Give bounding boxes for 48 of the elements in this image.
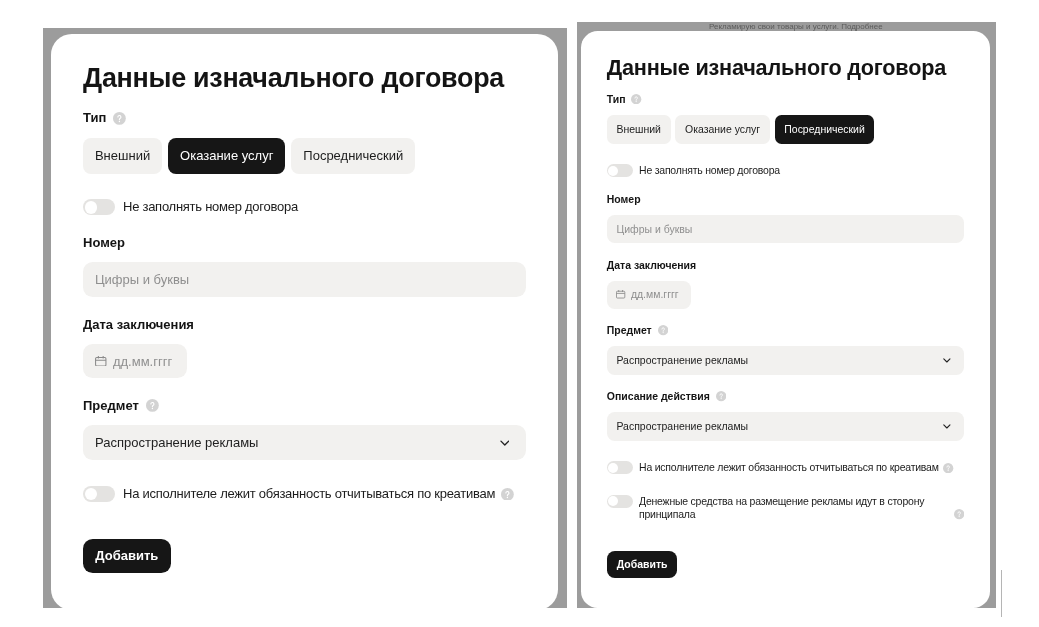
subject-select[interactable]: Распространение рекламы (606, 346, 965, 375)
type-tab[interactable]: Внешний (83, 137, 163, 174)
subject-select[interactable]: Распространение рекламы (606, 412, 965, 441)
help-icon[interactable] (715, 391, 726, 402)
help-icon[interactable] (631, 93, 642, 105)
field-label: Дата заключения (606, 258, 697, 272)
type-tab[interactable]: Оказание услуг (168, 137, 286, 174)
help-icon[interactable] (953, 509, 965, 520)
background-text: Рекламирую свои товары и услуги. Подробнее (708, 22, 884, 31)
add-button[interactable]: Добавить (83, 538, 171, 573)
type-tab[interactable]: Посреднический (774, 114, 875, 144)
toggle-switch[interactable] (83, 199, 115, 216)
field-label: Номер (83, 234, 125, 252)
chevron-down-icon (499, 439, 510, 446)
dialog-title: Данные изначального договора (83, 62, 506, 95)
toggle-label: На исполнителе лежит обязанность отчитываться по креативам (123, 485, 496, 502)
number-input[interactable]: Цифры и буквы (606, 215, 965, 244)
chevron-down-icon (942, 357, 951, 363)
help-icon[interactable] (500, 487, 514, 501)
number-input[interactable]: Цифры и буквы (83, 262, 527, 298)
dialog-title: Данные изначального договора (606, 53, 948, 81)
subject-select[interactable]: Распространение рекламы (83, 425, 527, 461)
toggle-switch[interactable] (83, 485, 115, 502)
help-icon[interactable] (943, 462, 954, 473)
toggle-switch[interactable] (606, 461, 633, 474)
field-label: Предмет (606, 324, 652, 338)
toggle-label: Не заполнять номер договора (639, 164, 780, 178)
toggle-label: Денежные средства на размещение рекламы идут в сторону принципала (639, 494, 926, 522)
field-label: Тип (83, 110, 107, 127)
field-label: Описание действия (606, 390, 710, 404)
field-label: Тип (606, 92, 626, 106)
help-icon[interactable] (146, 399, 159, 413)
field-label: Предмет (83, 397, 139, 414)
toggle-switch[interactable] (606, 494, 633, 508)
help-icon[interactable] (657, 325, 668, 336)
calendar-icon (95, 355, 107, 367)
toggle-switch[interactable] (606, 164, 633, 178)
toggle-label: На исполнителе лежит обязанность отчитываться по креативам (639, 461, 939, 475)
toggle-label: Не заполнять номер договора (123, 199, 298, 216)
calendar-icon (616, 290, 626, 299)
field-label: Номер (606, 192, 641, 206)
type-tab[interactable]: Внешний (606, 114, 671, 144)
type-tab[interactable]: Посреднический (291, 137, 416, 174)
field-label: Дата заключения (83, 316, 194, 333)
chevron-down-icon (942, 423, 951, 429)
type-tab[interactable]: Оказание услуг (675, 114, 770, 144)
help-icon[interactable] (113, 112, 127, 125)
add-button[interactable]: Добавить (606, 550, 678, 579)
